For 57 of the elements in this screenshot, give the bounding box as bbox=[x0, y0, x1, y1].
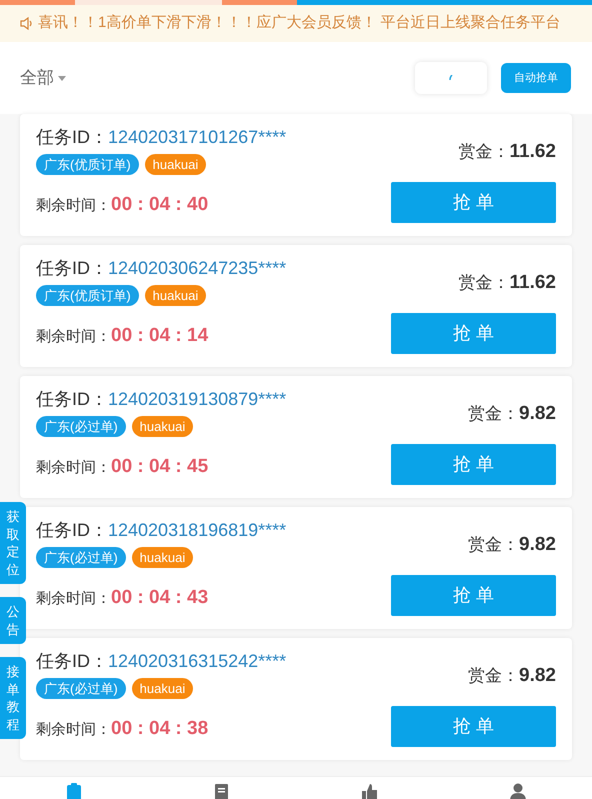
task-id: 124020306247235**** bbox=[108, 257, 286, 280]
grab-order-button[interactable]: 抢 单 bbox=[391, 182, 556, 222]
task-tag: huakuai bbox=[132, 547, 194, 568]
task-tag: 广东(必过单) bbox=[36, 416, 126, 437]
task-tag: huakuai bbox=[144, 154, 206, 175]
task-tag: 广东(优质订单) bbox=[36, 154, 139, 175]
reward-label: 赏金： bbox=[458, 141, 510, 163]
task-id-label: 任务ID： bbox=[36, 257, 108, 280]
reward-amount: 11.62 bbox=[510, 271, 556, 295]
spinner-icon bbox=[449, 75, 453, 81]
grab-order-button[interactable]: 抢 单 bbox=[391, 706, 556, 746]
filter-dropdown[interactable]: 全部 bbox=[20, 65, 66, 91]
caret-icon bbox=[58, 76, 66, 80]
task-id-label: 任务ID： bbox=[36, 519, 108, 542]
task-id-label: 任务ID： bbox=[36, 650, 108, 673]
grab-order-button[interactable]: 抢 单 bbox=[391, 312, 556, 354]
time-label: 剩余时间： bbox=[36, 589, 111, 609]
task-tag: huakuai bbox=[132, 678, 194, 699]
side-tab[interactable]: 接单教程 bbox=[0, 657, 26, 740]
task-tag: huakuai bbox=[144, 285, 206, 306]
reward-label: 赏金： bbox=[468, 665, 520, 687]
task-id: 124020317101267**** bbox=[108, 126, 286, 149]
grab-order-button[interactable]: 抢 单 bbox=[391, 574, 556, 616]
reward-label: 赏金： bbox=[468, 403, 520, 425]
task-id: 124020318196819**** bbox=[108, 519, 286, 542]
countdown: 00 : 04 : 14 bbox=[111, 324, 208, 348]
time-label: 剩余时间： bbox=[36, 720, 111, 740]
task-id-label: 任务ID： bbox=[36, 126, 108, 149]
task-id: 124020316315242**** bbox=[108, 650, 286, 673]
countdown: 00 : 04 : 38 bbox=[111, 717, 208, 741]
reward-amount: 9.82 bbox=[519, 664, 556, 688]
countdown: 00 : 04 : 43 bbox=[111, 586, 208, 610]
reward-label: 赏金： bbox=[468, 534, 520, 556]
clipboard-icon bbox=[66, 783, 82, 799]
task-tag: 广东(优质订单) bbox=[36, 285, 139, 306]
task-tag: 广东(必过单) bbox=[36, 678, 126, 699]
task-id-label: 任务ID： bbox=[36, 388, 108, 411]
task-id: 124020319130879**** bbox=[108, 388, 286, 411]
reward-amount: 11.62 bbox=[510, 140, 556, 164]
reward-amount: 9.82 bbox=[519, 533, 556, 557]
side-tab[interactable]: 公告 bbox=[0, 597, 26, 644]
reward-amount: 9.82 bbox=[519, 402, 556, 426]
auto-grab-button[interactable]: 自动抢单 bbox=[501, 63, 571, 93]
user-icon bbox=[510, 783, 526, 799]
task-tag: huakuai bbox=[132, 416, 194, 437]
reward-label: 赏金： bbox=[458, 272, 510, 294]
task-tag: 广东(必过单) bbox=[36, 547, 126, 568]
countdown: 00 : 04 : 45 bbox=[111, 455, 208, 479]
notice-text: 喜讯！！1高价单下滑下滑！！！应广大会员反馈！ 平台近日上线聚合任务平台 bbox=[38, 13, 561, 34]
side-tab[interactable]: 获取定位 bbox=[0, 502, 26, 584]
countdown: 00 : 04 : 40 bbox=[111, 193, 208, 217]
time-label: 剩余时间： bbox=[36, 458, 111, 478]
speaker-icon bbox=[20, 17, 34, 30]
grab-order-button[interactable]: 抢 单 bbox=[391, 444, 556, 484]
thumbs-up-icon bbox=[362, 783, 378, 799]
time-label: 剩余时间： bbox=[36, 327, 111, 347]
time-label: 剩余时间： bbox=[36, 196, 111, 216]
